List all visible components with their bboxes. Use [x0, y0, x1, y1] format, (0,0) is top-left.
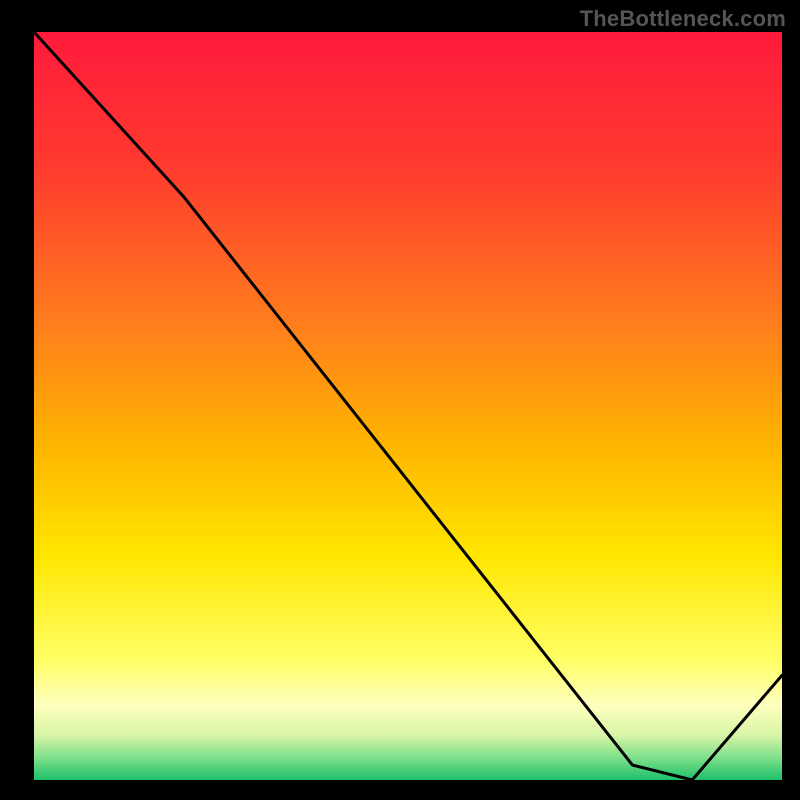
chart-stage: TheBottleneck.com: [0, 0, 800, 800]
gradient-background: [34, 32, 782, 780]
bottleneck-chart: [0, 0, 800, 800]
